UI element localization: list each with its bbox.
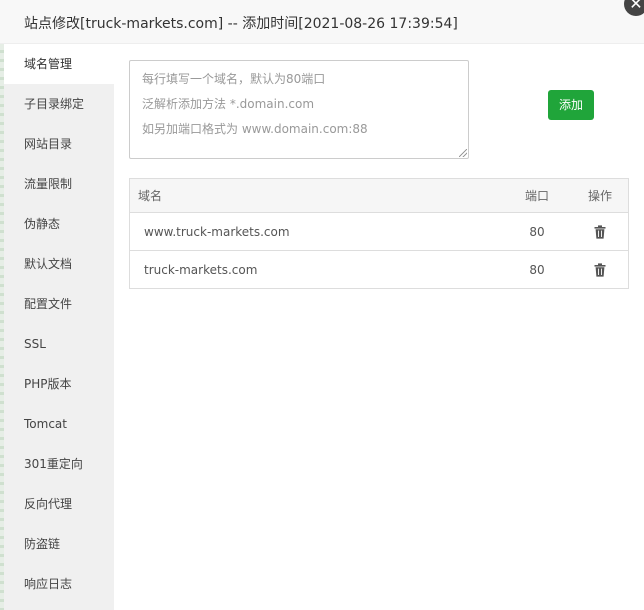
domain-table: 域名 端口 操作 www.truck-markets.com 80 truck-… xyxy=(129,178,629,289)
sidebar-item-site-directory[interactable]: 网站目录 xyxy=(4,124,114,164)
trash-icon[interactable] xyxy=(594,225,606,239)
operation-cell xyxy=(572,212,629,251)
domain-input-placeholder-line: 每行填写一个域名，默认为80端口 xyxy=(142,72,326,86)
sidebar-item-response-log[interactable]: 响应日志 xyxy=(4,564,114,604)
resize-grip-icon[interactable] xyxy=(459,149,467,157)
add-domain-button[interactable]: 添加 xyxy=(548,90,594,120)
port-cell: 80 xyxy=(502,250,572,289)
sidebar-item-rewrite[interactable]: 伪静态 xyxy=(4,204,114,244)
table-header-row: 域名 端口 操作 xyxy=(129,178,629,213)
sidebar-item-reverse-proxy[interactable]: 反向代理 xyxy=(4,484,114,524)
domain-cell: www.truck-markets.com xyxy=(129,212,502,251)
sidebar-item-default-document[interactable]: 默认文档 xyxy=(4,244,114,284)
dialog-titlebar: 站点修改[truck-markets.com] -- 添加时间[2021-08-… xyxy=(0,0,644,44)
sidebar-item-tomcat[interactable]: Tomcat xyxy=(4,404,114,444)
sidebar-item-domain-management[interactable]: 域名管理 xyxy=(4,44,114,84)
domain-input-placeholder-line: 如另加端口格式为 www.domain.com:88 xyxy=(142,122,368,136)
sidebar-item-traffic-limit[interactable]: 流量限制 xyxy=(4,164,114,204)
sidebar-item-subdirectory-binding[interactable]: 子目录绑定 xyxy=(4,84,114,124)
table-row: www.truck-markets.com 80 xyxy=(129,212,629,251)
domain-input[interactable]: 每行填写一个域名，默认为80端口 泛解析添加方法 *.domain.com 如另… xyxy=(129,60,469,159)
table-row: truck-markets.com 80 xyxy=(129,250,629,289)
sidebar-item-hotlink-protection[interactable]: 防盗链 xyxy=(4,524,114,564)
sidebar: 域名管理 子目录绑定 网站目录 流量限制 伪静态 默认文档 配置文件 SSL P… xyxy=(4,44,114,610)
domain-input-placeholder-line: 泛解析添加方法 *.domain.com xyxy=(142,97,315,111)
domain-cell: truck-markets.com xyxy=(129,250,502,289)
main-panel: 每行填写一个域名，默认为80端口 泛解析添加方法 *.domain.com 如另… xyxy=(114,44,644,610)
port-cell: 80 xyxy=(502,212,572,251)
sidebar-item-config-file[interactable]: 配置文件 xyxy=(4,284,114,324)
sidebar-item-301-redirect[interactable]: 301重定向 xyxy=(4,444,114,484)
operation-cell xyxy=(572,250,629,289)
trash-icon[interactable] xyxy=(594,263,606,277)
site-edit-dialog: 站点修改[truck-markets.com] -- 添加时间[2021-08-… xyxy=(0,0,644,610)
sidebar-item-php-version[interactable]: PHP版本 xyxy=(4,364,114,404)
sidebar-item-ssl[interactable]: SSL xyxy=(4,324,114,364)
column-header-port: 端口 xyxy=(502,178,572,213)
dialog-title: 站点修改[truck-markets.com] -- 添加时间[2021-08-… xyxy=(24,16,458,32)
column-header-operation: 操作 xyxy=(572,178,629,213)
column-header-domain: 域名 xyxy=(129,178,502,213)
